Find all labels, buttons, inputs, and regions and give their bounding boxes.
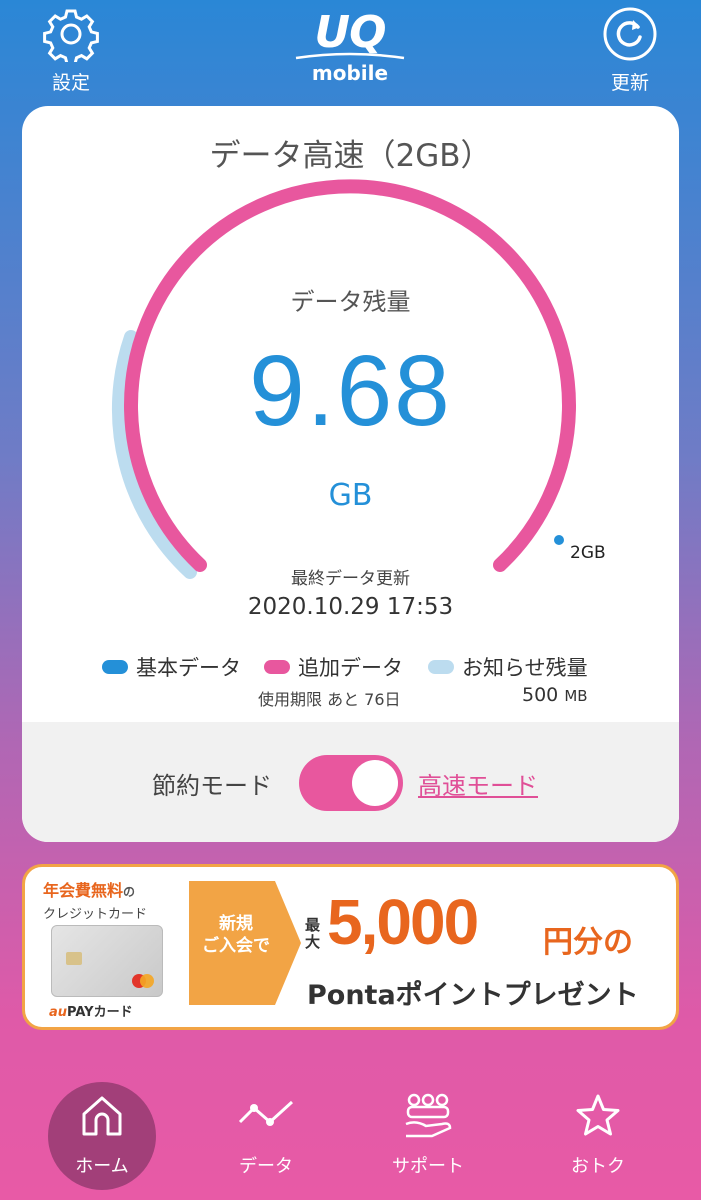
line-chart-icon (238, 1100, 294, 1126)
notice-threshold: 500 MB (522, 684, 588, 706)
nav-data[interactable]: データ (206, 1092, 326, 1178)
credit-card-image (51, 925, 163, 997)
banner-new-label: 新規 (219, 914, 253, 934)
remaining-label: データ残量 (290, 288, 411, 316)
logo-sub: mobile (311, 61, 389, 85)
gauge-marker-label: 2GB (570, 543, 606, 563)
legend-notice-label: お知らせ残量 (462, 656, 588, 680)
nav-support[interactable]: サポート (368, 1092, 488, 1178)
gear-icon (43, 9, 99, 66)
banner-free-fee-main: 年会費無料 (43, 881, 124, 900)
banner-ponta-text: Pontaポイントプレゼント (307, 980, 639, 1011)
gauge-marker-dot (554, 535, 564, 545)
mastercard-icon-2 (140, 974, 154, 988)
legend-added-swatch (264, 660, 290, 674)
banner-max-label: 最大 (305, 916, 321, 951)
settings-button[interactable]: 設定 (36, 6, 106, 95)
promo-banner[interactable]: 年会費無料の クレジットカード auPAYカード 新規 ご入会で 最大 5,00… (22, 864, 679, 1030)
au-pay-card-logo-au: au (49, 1005, 68, 1020)
refresh-icon (603, 7, 657, 61)
refresh-label: 更新 (610, 72, 649, 94)
legend-added-label: 追加データ (298, 656, 403, 680)
banner-join-label: ご入会で (202, 936, 270, 956)
saving-mode-label: 節約モード (152, 772, 272, 800)
nav-home-label: ホーム (75, 1156, 129, 1177)
refresh-button[interactable]: 更新 (595, 6, 665, 95)
au-pay-card-logo-rest: PAYカード (67, 1005, 133, 1020)
fast-mode-link[interactable]: 高速モード (418, 766, 538, 801)
notice-threshold-value: 500 (522, 684, 559, 706)
banner-credit-card: クレジットカード (43, 907, 148, 922)
nav-home[interactable]: ホーム (42, 1092, 162, 1178)
card-chip-icon (66, 952, 82, 965)
added-expiry: 使用期限 あと 76日 (258, 690, 401, 709)
support-people-icon (405, 1093, 452, 1138)
last-updated-value: 2020.10.29 17:53 (247, 594, 454, 620)
legend-added: 追加データ (264, 652, 403, 682)
mode-bar: 節約モード 高速モード (22, 722, 679, 842)
home-icon (82, 1096, 122, 1136)
au-pay-card-logo: auPAYカード (49, 1001, 133, 1020)
banner-new-member: 新規 ご入会で (201, 913, 271, 957)
banner-amount-unit: 円分の (543, 925, 633, 960)
legend-notice: お知らせ残量 (428, 652, 588, 682)
nav-deals-label: おトク (571, 1156, 625, 1177)
legend-notice-swatch (428, 660, 454, 674)
settings-label: 設定 (51, 72, 90, 94)
remaining-unit: GB (328, 478, 373, 513)
nav-deals[interactable]: おトク (538, 1092, 658, 1178)
notice-threshold-unit: MB (564, 687, 588, 705)
nav-data-label: データ (239, 1156, 293, 1177)
remaining-value: 9.68 (249, 335, 452, 447)
toggle-knob (352, 760, 398, 806)
nav-support-label: サポート (392, 1156, 464, 1177)
speed-mode-toggle[interactable] (299, 755, 403, 811)
last-updated-label: 最終データ更新 (291, 569, 410, 589)
banner-amount: 5,000 (327, 886, 479, 958)
star-icon (576, 1094, 620, 1136)
banner-free-fee-suffix: の (123, 885, 136, 899)
legend-basic-label: 基本データ (136, 656, 241, 680)
banner-card-text: 年会費無料の クレジットカード (43, 877, 198, 922)
legend-basic-swatch (102, 660, 128, 674)
uq-mobile-logo: UQ mobile (290, 10, 410, 90)
data-usage-card: データ高速（2GB） データ残量 9.68 GB 2GB 最終データ更新 202… (22, 106, 679, 842)
banner-free-fee: 年会費無料の (43, 877, 198, 901)
logo-main: UQ (314, 7, 386, 58)
legend-basic: 基本データ (102, 652, 241, 682)
